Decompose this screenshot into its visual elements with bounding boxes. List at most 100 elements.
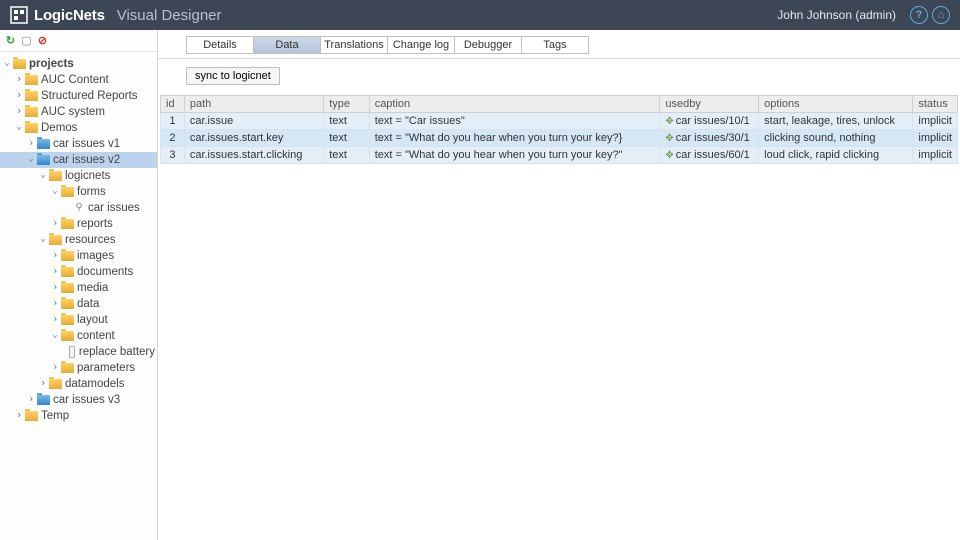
table-row[interactable]: 3car.issues.start.clickingtexttext = "Wh… xyxy=(161,147,958,164)
tree-root[interactable]: projects xyxy=(0,56,157,72)
tree-item-label: car issues v3 xyxy=(53,393,120,407)
tree-item[interactable]: layout xyxy=(0,312,157,328)
cell-status: implicit xyxy=(913,130,958,147)
chevron-right-icon[interactable] xyxy=(50,361,60,375)
tab-changelog[interactable]: Change log xyxy=(387,36,455,54)
col-usedby[interactable]: usedby xyxy=(660,96,759,113)
tab-debugger[interactable]: Debugger xyxy=(454,36,522,54)
tree-item[interactable]: documents xyxy=(0,264,157,280)
chevron-right-icon[interactable] xyxy=(50,297,60,311)
tree-item[interactable]: data xyxy=(0,296,157,312)
col-id[interactable]: id xyxy=(161,96,185,113)
tree-item[interactable]: media xyxy=(0,280,157,296)
tree-item-label: car issues v2 xyxy=(53,153,120,167)
chevron-down-icon[interactable] xyxy=(38,233,48,247)
chevron-right-icon[interactable] xyxy=(14,105,24,119)
tree-item-label: data xyxy=(77,297,99,311)
tree-item[interactable]: forms xyxy=(0,184,157,200)
brand-subtitle: Visual Designer xyxy=(117,7,222,24)
folder-icon xyxy=(25,107,38,117)
col-type[interactable]: type xyxy=(324,96,369,113)
tree-item[interactable]: ⚲car issues xyxy=(0,200,157,216)
refresh-icon[interactable]: ↻ xyxy=(4,34,17,47)
file-icon xyxy=(69,346,75,358)
tree-item[interactable]: AUC system xyxy=(0,104,157,120)
cell-caption: text = "What do you hear when you turn y… xyxy=(369,130,660,147)
col-path[interactable]: path xyxy=(184,96,323,113)
tree-item[interactable]: content xyxy=(0,328,157,344)
chevron-down-icon[interactable] xyxy=(14,121,24,135)
link-icon: ✥ xyxy=(665,133,673,144)
col-status[interactable]: status xyxy=(913,96,958,113)
chevron-right-icon[interactable] xyxy=(38,377,48,391)
tree-item[interactable]: Demos xyxy=(0,120,157,136)
cell-type: text xyxy=(324,113,369,130)
tree-item[interactable]: Structured Reports xyxy=(0,88,157,104)
chevron-right-icon[interactable] xyxy=(14,73,24,87)
cell-id: 3 xyxy=(161,147,185,164)
home-icon[interactable]: ⌂ xyxy=(932,6,950,24)
chevron-down-icon[interactable] xyxy=(38,169,48,183)
cell-path: car.issue xyxy=(184,113,323,130)
folder-icon xyxy=(61,251,74,261)
tree-item[interactable]: car issues v1 xyxy=(0,136,157,152)
table-row[interactable]: 2car.issues.start.keytexttext = "What do… xyxy=(161,130,958,147)
chevron-down-icon[interactable] xyxy=(50,185,60,199)
tree-item-label: layout xyxy=(77,313,108,327)
tree-item[interactable]: Temp xyxy=(0,408,157,424)
tree-item-label: Demos xyxy=(41,121,77,135)
brand-logo-icon xyxy=(10,6,28,24)
chevron-down-icon[interactable] xyxy=(26,153,36,167)
chevron-down-icon[interactable] xyxy=(2,57,12,71)
tree-item[interactable]: car issues v2 xyxy=(0,152,157,168)
tree-item-label: forms xyxy=(77,185,106,199)
cell-usedby: ✥car issues/30/1 xyxy=(660,130,759,147)
tree-item[interactable]: reports xyxy=(0,216,157,232)
folder-icon xyxy=(25,123,38,133)
folder-icon xyxy=(61,315,74,325)
chevron-right-icon[interactable] xyxy=(50,281,60,295)
table-row[interactable]: 1car.issuetexttext = "Car issues"✥car is… xyxy=(161,113,958,130)
cell-path: car.issues.start.key xyxy=(184,130,323,147)
tab-translations[interactable]: Translations xyxy=(320,36,388,54)
cell-status: implicit xyxy=(913,147,958,164)
delete-icon[interactable]: ⊘ xyxy=(36,34,49,47)
cell-options: start, leakage, tires, unlock xyxy=(759,113,913,130)
tree-item[interactable]: AUC Content xyxy=(0,72,157,88)
chevron-right-icon[interactable] xyxy=(50,265,60,279)
cell-path: car.issues.start.clicking xyxy=(184,147,323,164)
folder-icon xyxy=(61,331,74,341)
tree-item-label: logicnets xyxy=(65,169,110,183)
tree-item[interactable]: datamodels xyxy=(0,376,157,392)
tree-item[interactable]: resources xyxy=(0,232,157,248)
chevron-right-icon[interactable] xyxy=(50,313,60,327)
chevron-right-icon[interactable] xyxy=(26,393,36,407)
tab-tags[interactable]: Tags xyxy=(521,36,589,54)
col-options[interactable]: options xyxy=(759,96,913,113)
tab-details[interactable]: Details xyxy=(186,36,254,54)
tree-item[interactable]: logicnets xyxy=(0,168,157,184)
cell-id: 2 xyxy=(161,130,185,147)
tab-data[interactable]: Data xyxy=(253,36,321,54)
sync-button[interactable]: sync to logicnet xyxy=(186,67,280,85)
folder-icon xyxy=(49,171,62,181)
folder-icon xyxy=(61,363,74,373)
item-icon: ⚲ xyxy=(74,202,84,214)
folder-icon xyxy=(61,267,74,277)
cell-caption: text = "What do you hear when you turn y… xyxy=(369,147,660,164)
tree-item[interactable]: images xyxy=(0,248,157,264)
folder-icon xyxy=(25,411,38,421)
chevron-right-icon[interactable] xyxy=(50,217,60,231)
chevron-right-icon[interactable] xyxy=(26,137,36,151)
col-caption[interactable]: caption xyxy=(369,96,660,113)
tree-item[interactable]: parameters xyxy=(0,360,157,376)
new-doc-icon[interactable]: ▢ xyxy=(20,34,33,47)
chevron-right-icon[interactable] xyxy=(14,89,24,103)
tree-item[interactable]: car issues v3 xyxy=(0,392,157,408)
chevron-right-icon[interactable] xyxy=(14,409,24,423)
tree-item[interactable]: replace battery xyxy=(0,344,157,360)
chevron-right-icon[interactable] xyxy=(50,249,60,263)
help-icon[interactable]: ? xyxy=(910,6,928,24)
folder-icon xyxy=(49,379,62,389)
chevron-down-icon[interactable] xyxy=(50,329,60,343)
